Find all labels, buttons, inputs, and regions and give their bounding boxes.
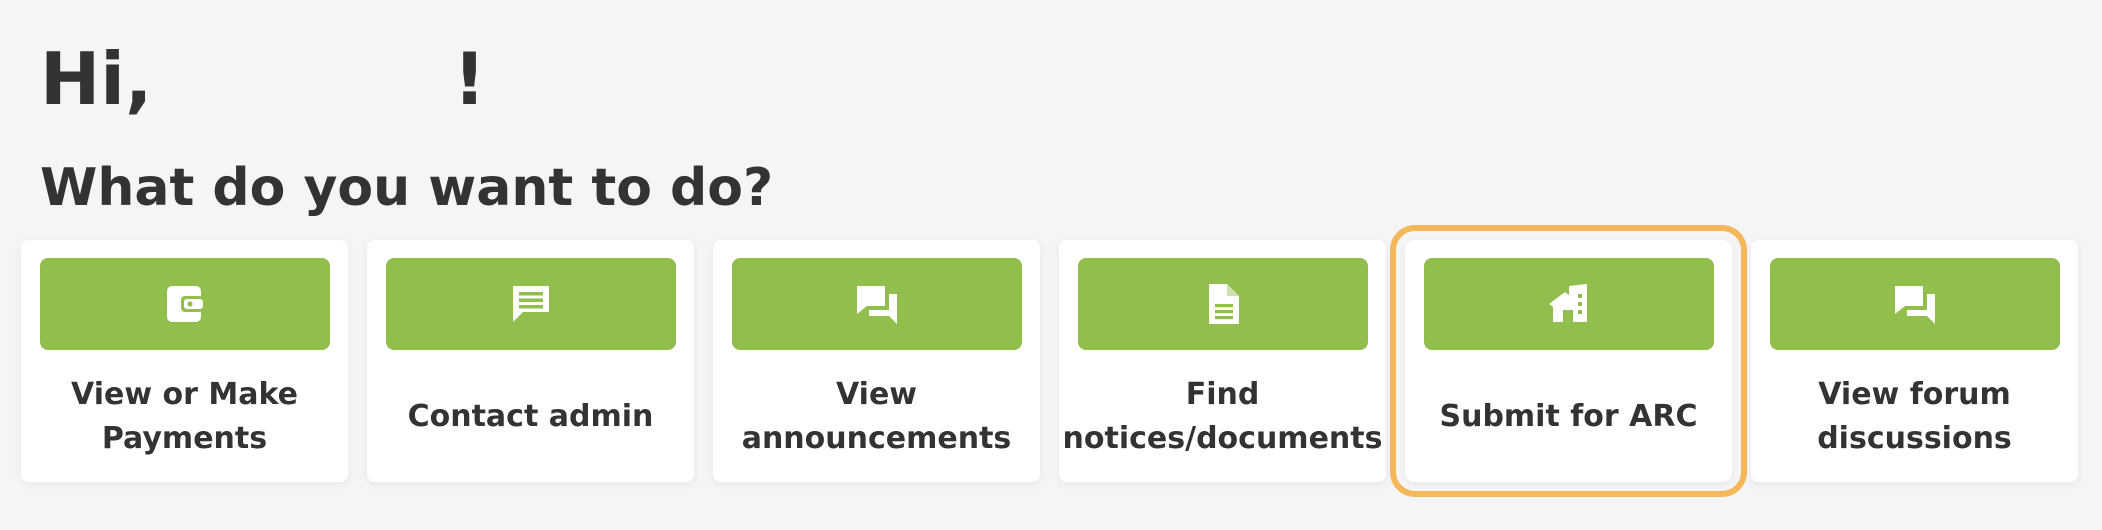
- card-icon-banner: [386, 258, 676, 350]
- message-icon: [513, 286, 549, 322]
- view-announcements-card[interactable]: View announcements: [713, 240, 1040, 482]
- page-title: What do you want to do?: [40, 158, 774, 218]
- card-icon-banner: [1078, 258, 1368, 350]
- card-icon-banner: [40, 258, 330, 350]
- submit-arc-card[interactable]: Submit for ARC: [1390, 225, 1747, 497]
- card-icon-banner: [732, 258, 1022, 350]
- action-cards: View or Make Payments Contact admin View…: [21, 225, 2084, 497]
- card-label: View or Make Payments: [71, 377, 298, 456]
- contact-admin-card[interactable]: Contact admin: [367, 240, 694, 482]
- chat-bubbles-icon: [857, 286, 897, 324]
- card-label: Find notices/documents: [1062, 377, 1383, 456]
- wallet-icon: [167, 286, 203, 322]
- find-documents-card[interactable]: Find notices/documents: [1059, 240, 1386, 482]
- card-label: Contact admin: [407, 399, 654, 434]
- card-icon-banner: [1770, 258, 2060, 350]
- document-icon: [1209, 284, 1239, 324]
- greeting-heading: Hi, !: [40, 37, 486, 121]
- view-forum-card[interactable]: View forum discussions: [1751, 240, 2078, 482]
- chat-bubbles-icon: [1895, 286, 1935, 324]
- card-icon-banner: [1424, 258, 1714, 350]
- house-icon: [1549, 284, 1587, 322]
- card-label: Submit for ARC: [1439, 399, 1698, 434]
- card-label: View announcements: [741, 377, 1012, 456]
- card-label: View forum discussions: [1817, 377, 2012, 456]
- view-payments-card[interactable]: View or Make Payments: [21, 240, 348, 482]
